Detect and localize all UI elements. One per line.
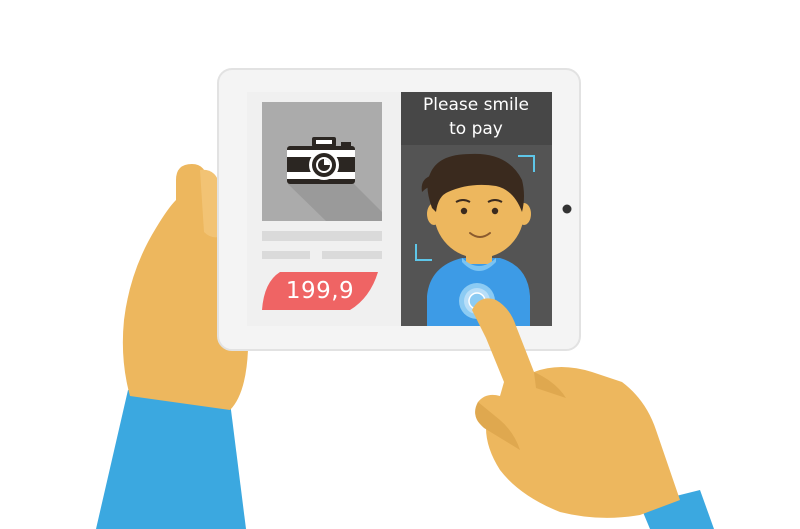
smile-to-pay-prompt: Please smile to pay <box>401 93 551 141</box>
prompt-line-2: to pay <box>449 119 503 139</box>
home-button <box>562 204 572 214</box>
illustration: 199,9 Please smile to pay <box>0 0 800 529</box>
product-desc-line-2 <box>322 251 382 259</box>
price-value[interactable]: 199,9 <box>262 272 378 310</box>
product-title-line <box>262 231 382 241</box>
product-desc-line-1 <box>262 251 310 259</box>
left-sleeve <box>96 390 246 529</box>
right-hand <box>472 298 714 529</box>
prompt-line-1: Please smile <box>423 95 529 115</box>
scene-graphic <box>96 68 714 529</box>
